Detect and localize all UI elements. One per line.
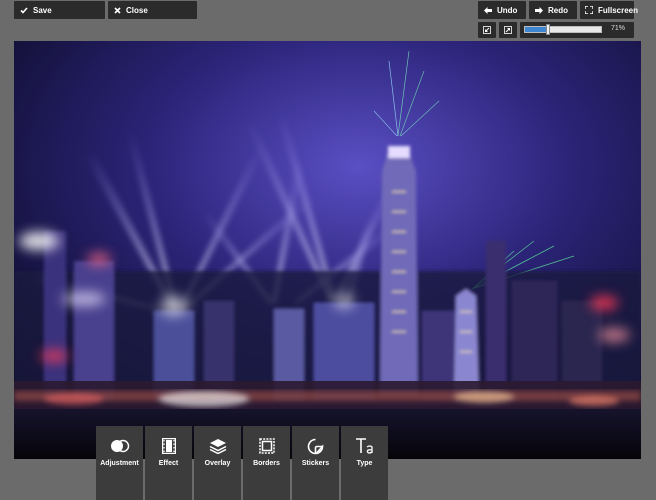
- tool-palette: Adjustment Effect Overlay Borders Sticke…: [96, 426, 388, 500]
- close-icon: [114, 6, 121, 14]
- tool-label: Borders: [253, 460, 280, 467]
- tool-overlay[interactable]: Overlay: [194, 426, 241, 500]
- tool-borders[interactable]: Borders: [243, 426, 290, 500]
- tool-stickers[interactable]: Stickers: [292, 426, 339, 500]
- close-label: Close: [126, 5, 148, 15]
- sticker-icon: [306, 436, 326, 456]
- tool-effect[interactable]: Effect: [145, 426, 192, 500]
- redo-button[interactable]: Redo: [529, 1, 577, 19]
- redo-label: Redo: [548, 5, 568, 15]
- fullscreen-icon: [585, 6, 593, 14]
- zoom-value: 71%: [610, 25, 625, 32]
- zoom-slider-handle[interactable]: [545, 24, 550, 35]
- film-icon: [159, 436, 179, 456]
- tool-label: Overlay: [204, 460, 231, 467]
- text-type-icon: [355, 436, 375, 456]
- zoom-in-button[interactable]: [499, 22, 517, 38]
- checkmark-icon: [20, 6, 28, 14]
- tool-adjustment[interactable]: Adjustment: [96, 426, 143, 500]
- fullscreen-button[interactable]: Fullscreen: [580, 1, 638, 19]
- layers-icon: [208, 436, 228, 456]
- adjustment-icon: [110, 436, 130, 456]
- zoom-control: 71%: [520, 22, 634, 38]
- zoom-slider[interactable]: [524, 24, 602, 35]
- arrow-right-icon: [535, 6, 543, 14]
- tool-label: Stickers: [301, 460, 330, 467]
- photo-canvas[interactable]: [14, 41, 641, 459]
- border-frame-icon: [257, 436, 277, 456]
- save-label: Save: [33, 5, 52, 15]
- expand-icon: [504, 26, 512, 34]
- zoom-slider-fill: [525, 27, 548, 32]
- tool-label: Effect: [158, 460, 179, 467]
- fullscreen-label: Fullscreen: [598, 5, 639, 15]
- zoom-out-button[interactable]: [478, 22, 496, 38]
- tool-label: Type: [356, 460, 373, 467]
- tool-label: Adjustment: [100, 460, 139, 467]
- undo-label: Undo: [497, 5, 518, 15]
- close-button[interactable]: Close: [108, 1, 197, 19]
- tool-type[interactable]: Type: [341, 426, 388, 500]
- arrow-left-icon: [484, 6, 492, 14]
- undo-button[interactable]: Undo: [478, 1, 526, 19]
- shrink-icon: [483, 26, 491, 34]
- city-night-photo: [14, 41, 641, 459]
- save-button[interactable]: Save: [14, 1, 105, 19]
